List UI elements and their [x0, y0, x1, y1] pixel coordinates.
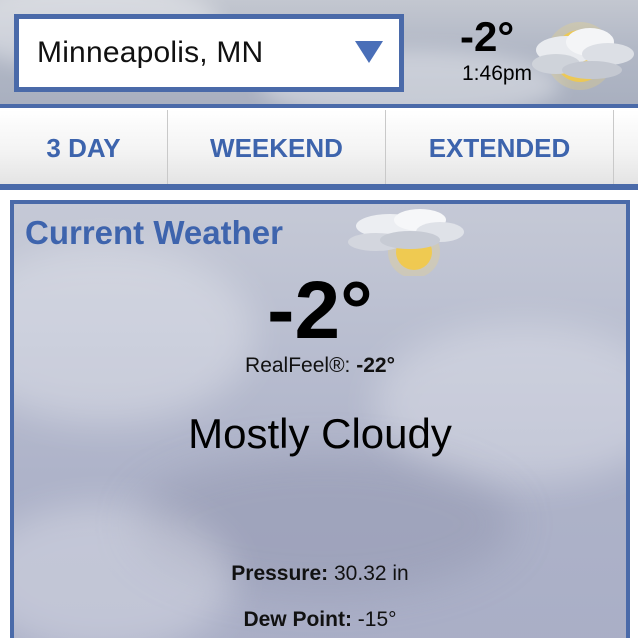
location-select-value: Minneapolis, MN: [37, 36, 264, 69]
pressure-value: 30.32 in: [334, 562, 409, 585]
app-header: Minneapolis, MN -2° 1:46pm: [0, 0, 638, 108]
dew-point-row: Dew Point: -15°: [14, 608, 626, 632]
tab-3-day[interactable]: 3 DAY: [0, 110, 168, 186]
realfeel: RealFeel®: -22°: [14, 354, 626, 378]
header-temperature: -2°: [460, 13, 515, 60]
tabs-divider: [0, 184, 638, 190]
pressure-label: Pressure:: [231, 562, 334, 585]
current-temperature: -2°: [267, 265, 373, 356]
realfeel-label: RealFeel®:: [245, 354, 357, 377]
weather-condition: Mostly Cloudy: [188, 410, 452, 457]
location-select[interactable]: Minneapolis, MN: [14, 14, 404, 92]
mostly-cloudy-icon: [532, 22, 634, 90]
pressure-row: Pressure: 30.32 in: [14, 562, 626, 586]
current-weather-title: Current Weather: [25, 214, 283, 251]
current-weather-panel: Current Weather -2° RealFeel®: -22° Most…: [10, 200, 630, 638]
tab-weekend[interactable]: WEEKEND: [168, 110, 386, 186]
forecast-tabs: 3 DAY WEEKEND EXTENDED: [0, 110, 638, 186]
dew-point-label: Dew Point:: [243, 608, 358, 631]
tab-overflow[interactable]: [614, 110, 638, 186]
realfeel-value: -22°: [356, 354, 395, 377]
dew-point-value: -15°: [357, 608, 397, 631]
tab-extended[interactable]: EXTENDED: [386, 110, 614, 186]
chevron-down-icon[interactable]: [355, 41, 383, 63]
